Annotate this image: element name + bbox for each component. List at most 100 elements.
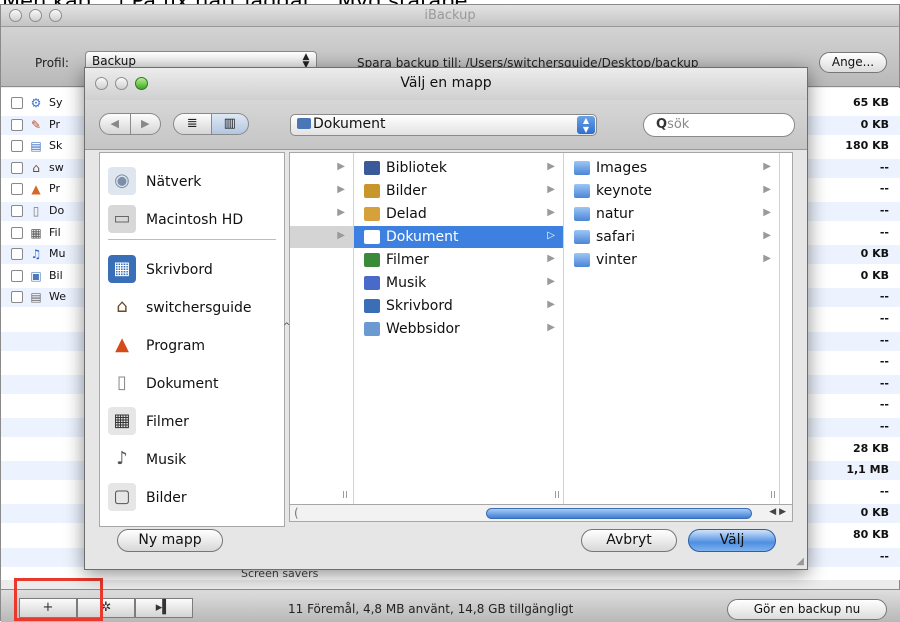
column1-row[interactable]: ▶ bbox=[290, 203, 353, 225]
sidebar-item-nätverk[interactable]: ◉ Nätverk bbox=[108, 165, 278, 201]
row-size: -- bbox=[879, 355, 889, 369]
toggle-pane-button[interactable]: ▸▍ bbox=[135, 598, 193, 618]
folder-label: Bilder bbox=[386, 183, 427, 199]
resize-grip-icon[interactable]: ◢ bbox=[796, 556, 804, 567]
row-checkbox[interactable] bbox=[11, 140, 23, 153]
dialog-sidebar: ◉ Nätverk ▭ Macintosh HD ▦ Skrivbord ⌂ switcher… bbox=[99, 152, 285, 527]
folder-icon bbox=[574, 161, 590, 175]
applications-icon: ▲ bbox=[108, 331, 136, 359]
search-placeholder: sök bbox=[667, 117, 690, 132]
column1-row[interactable]: ▶ bbox=[290, 157, 353, 179]
row-checkbox[interactable] bbox=[11, 269, 23, 282]
updown-arrows-icon: ▲ ▼ bbox=[577, 116, 595, 134]
view-mode-group: ≣ ▥ bbox=[173, 113, 249, 135]
column1-row[interactable]: ▶ bbox=[290, 180, 353, 202]
folder-icon bbox=[574, 230, 590, 244]
sidebar-item-musik[interactable]: ♪ Musik bbox=[108, 443, 278, 479]
chevron-right-icon: ▶ bbox=[547, 184, 555, 195]
sidebar-item-skrivbord[interactable]: ▦ Skrivbord bbox=[108, 253, 278, 289]
chevron-right-icon: ▶ bbox=[337, 161, 345, 172]
folder-label: Filmer bbox=[386, 252, 429, 268]
subfolder-row[interactable]: keynote ▶ bbox=[564, 180, 779, 202]
row-checkbox[interactable] bbox=[11, 205, 23, 217]
scroll-cap-icon: ( bbox=[294, 506, 299, 520]
location-popup[interactable]: Dokument ▲ ▼ bbox=[290, 114, 597, 136]
column1-row[interactable]: ▶ bbox=[290, 226, 353, 248]
folder-row[interactable]: Delad ▶ bbox=[354, 203, 563, 225]
row-name: Mu bbox=[49, 247, 66, 261]
dialog-title: Välj en mapp bbox=[400, 75, 492, 91]
app-icon: ✎ bbox=[30, 117, 42, 132]
subfolder-row[interactable]: Images ▶ bbox=[564, 157, 779, 179]
backup-now-button[interactable]: Gör en backup nu bbox=[727, 599, 887, 620]
highlight-annotation bbox=[14, 578, 103, 621]
horizontal-scrollbar[interactable]: ( ◀ ▶ bbox=[289, 505, 793, 522]
folder-row[interactable]: Dokument ▷ bbox=[354, 226, 563, 248]
folder-label: natur bbox=[596, 206, 634, 222]
folder-row[interactable]: Bilder ▶ bbox=[354, 180, 563, 202]
folder-row[interactable]: Filmer ▶ bbox=[354, 249, 563, 271]
folder-row[interactable]: Bibliotek ▶ bbox=[354, 157, 563, 179]
row-size: -- bbox=[879, 160, 889, 174]
subfolder-row[interactable]: vinter ▶ bbox=[564, 249, 779, 271]
list-view-button[interactable]: ≣ bbox=[173, 113, 212, 135]
subfolder-row[interactable]: natur ▶ bbox=[564, 203, 779, 225]
folder-row[interactable]: Musik ▶ bbox=[354, 272, 563, 294]
folder-icon bbox=[364, 253, 380, 267]
row-checkbox[interactable] bbox=[11, 291, 23, 304]
column-resize-icon[interactable]: II bbox=[770, 490, 776, 501]
row-name: Bil bbox=[49, 268, 63, 282]
row-checkbox[interactable] bbox=[11, 183, 23, 196]
row-checkbox[interactable] bbox=[11, 161, 23, 174]
choose-button[interactable]: Välj bbox=[688, 529, 776, 552]
search-field[interactable]: Qsök bbox=[643, 113, 795, 137]
magnifier-icon: Q bbox=[656, 117, 668, 132]
row-size: -- bbox=[879, 549, 889, 563]
document-icon: ▯ bbox=[32, 204, 40, 218]
row-size: 0 KB bbox=[860, 268, 889, 282]
ange-button[interactable]: Ange... bbox=[819, 52, 887, 73]
folder-row[interactable]: Webbsidor ▶ bbox=[354, 318, 563, 340]
folder-icon bbox=[364, 276, 380, 290]
row-checkbox[interactable] bbox=[11, 118, 23, 131]
sidebar-item-filmer[interactable]: ▦ Filmer bbox=[108, 405, 278, 441]
folder-label: Webbsidor bbox=[386, 321, 460, 337]
pictures-icon: ▣ bbox=[30, 268, 42, 283]
row-checkbox[interactable] bbox=[11, 248, 23, 261]
folder-label: Bibliotek bbox=[386, 160, 447, 176]
chevron-right-icon: ▶ bbox=[763, 230, 771, 241]
folder-icon bbox=[364, 322, 380, 336]
row-checkbox[interactable] bbox=[11, 226, 23, 239]
window-title: iBackup bbox=[424, 8, 476, 23]
scroll-thumb[interactable] bbox=[486, 508, 752, 519]
folder-row[interactable]: Skrivbord ▶ bbox=[354, 295, 563, 317]
row-name: Sk bbox=[49, 139, 63, 153]
folder-icon bbox=[574, 184, 590, 198]
subfolder-row[interactable]: safari ▶ bbox=[564, 226, 779, 248]
column-resize-icon[interactable]: II bbox=[342, 490, 348, 501]
profile-label: Profil: bbox=[35, 56, 69, 70]
scroll-arrows-icon[interactable]: ◀ ▶ bbox=[769, 507, 786, 517]
browser-column-2: II Bibliotek ▶ Bilder ▶ Delad ▶ Dokument ▷ Filme… bbox=[354, 153, 564, 504]
folder-label: Images bbox=[596, 160, 648, 176]
folder-icon bbox=[364, 230, 380, 244]
sidebar-item-bilder[interactable]: ▢ Bilder bbox=[108, 481, 278, 517]
new-folder-button[interactable]: Ny mapp bbox=[117, 529, 223, 552]
cancel-button[interactable]: Avbryt bbox=[581, 529, 677, 552]
sidebar-item-program[interactable]: ▲ Program bbox=[108, 329, 278, 365]
desktop-icon: ▦ bbox=[108, 255, 136, 283]
column-view-button[interactable]: ▥ bbox=[211, 113, 249, 135]
location-value: Dokument bbox=[313, 116, 386, 132]
back-button[interactable]: ◀ bbox=[99, 113, 131, 135]
forward-button[interactable]: ▶ bbox=[130, 113, 161, 135]
sidebar-item-dokument[interactable]: ▯ Dokument bbox=[108, 367, 278, 403]
row-checkbox[interactable] bbox=[11, 97, 23, 109]
sidebar-item-switchersguide[interactable]: ⌂ switchersguide bbox=[108, 291, 278, 327]
column-resize-icon[interactable]: II bbox=[554, 490, 560, 501]
network-icon: ◉ bbox=[108, 167, 136, 195]
sidebar-item-macintosh-hd[interactable]: ▭ Macintosh HD bbox=[108, 203, 278, 239]
programs-icon: ▲ bbox=[31, 182, 41, 197]
sidebar-item-label: Musik bbox=[146, 452, 187, 468]
row-name: Pr bbox=[49, 117, 60, 131]
browser-column-1: ▶ ▶ ▶ ▶ II bbox=[290, 153, 354, 504]
